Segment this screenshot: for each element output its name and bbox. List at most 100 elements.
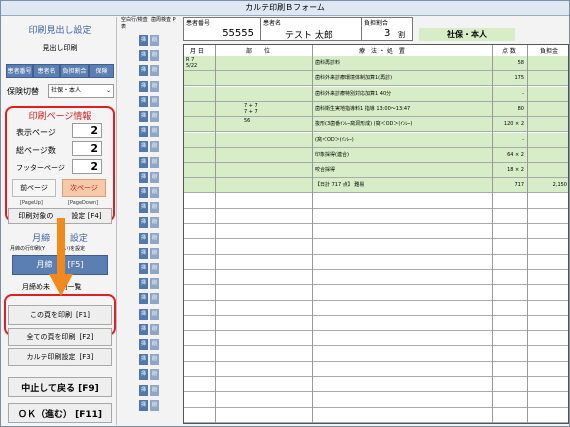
insert-row-button[interactable]: 挿 — [139, 354, 148, 366]
footer-page-label: フッターページ — [16, 164, 65, 172]
row-part: 7 + 7 7 + 7 — [244, 102, 258, 115]
delete-row-button[interactable]: 削 — [150, 80, 159, 92]
cancel-button[interactable]: 中止して戻る [F9] — [8, 377, 112, 397]
insert-row-button[interactable]: 挿 — [139, 156, 148, 168]
delete-row-button[interactable]: 削 — [150, 35, 159, 46]
insert-row-button[interactable]: 挿 — [139, 187, 148, 198]
table-row — [184, 408, 568, 423]
delete-row-button[interactable]: 削 — [150, 369, 159, 381]
row-cost — [527, 87, 567, 102]
insert-row-button[interactable]: 挿 — [139, 247, 148, 259]
insert-row-button[interactable]: 挿 — [139, 308, 148, 320]
row-treatment: 印象採得(連合) — [315, 151, 349, 158]
print-header-label: 見出し印刷 — [42, 44, 78, 52]
tag-button-patient-id[interactable]: 患者番号 — [6, 64, 33, 78]
delete-row-button[interactable]: 削 — [150, 141, 159, 153]
insert-row-button[interactable]: 挿 — [139, 171, 148, 183]
insert-row-button[interactable]: 挿 — [139, 141, 148, 153]
delete-row-button[interactable]: 削 — [150, 384, 159, 396]
insert-row-button[interactable]: 挿 — [139, 126, 148, 138]
delete-row-button[interactable]: 削 — [150, 65, 159, 77]
print-this-key: [F1] — [76, 311, 90, 319]
print-all-pages-button[interactable]: 全ての頁を印刷 [F2] — [8, 328, 112, 346]
insurance-select[interactable]: 社保・本人 ⌄ — [48, 84, 114, 98]
row-treatment: 歯科外来診療特別対応加算1 40分 — [315, 90, 392, 97]
delete-row-button[interactable]: 削 — [150, 171, 159, 183]
insert-row-button[interactable]: 挿 — [139, 202, 148, 214]
tag-button-insurance[interactable]: 保険 — [89, 64, 114, 78]
row-cost — [527, 148, 567, 163]
monthly-sub-left: 月締の行印刷(Y — [10, 246, 46, 252]
delete-row-button[interactable]: 削 — [150, 278, 159, 290]
insert-row-button[interactable]: 挿 — [139, 278, 148, 290]
delete-row-button[interactable]: 削 — [150, 293, 159, 305]
insert-row-button[interactable]: 挿 — [139, 384, 148, 396]
delete-row-button[interactable]: 削 — [150, 339, 159, 350]
patient-name-value: テスト 太郎 — [285, 31, 333, 41]
prev-page-label: 前ページ — [20, 184, 48, 192]
insert-row-button[interactable]: 挿 — [139, 35, 148, 46]
table-row — [184, 255, 568, 270]
print-this-label: この頁を印刷 — [30, 311, 73, 319]
total-pages-value[interactable]: 2 — [72, 141, 102, 156]
insert-row-button[interactable]: 挿 — [139, 369, 148, 381]
insert-row-button[interactable]: 挿 — [139, 323, 148, 335]
display-page-value[interactable]: 2 — [72, 123, 102, 138]
delete-row-button[interactable]: 削 — [150, 187, 159, 198]
delete-row-button[interactable]: 削 — [150, 232, 159, 244]
header-treatment: 療 法 ・ 処 置 — [359, 48, 405, 55]
table-row: 【日計 717 点】 難易 717 2,150 — [184, 178, 568, 194]
next-page-button[interactable]: 次ページ — [62, 179, 106, 197]
insert-row-button[interactable]: 挿 — [139, 65, 148, 77]
delete-row-button[interactable]: 削 — [150, 202, 159, 214]
footer-page-value[interactable]: 2 — [72, 159, 102, 174]
table-row — [184, 209, 568, 224]
tag-button-burden[interactable]: 負担割合 — [60, 64, 89, 78]
delete-row-button[interactable]: 削 — [150, 399, 159, 411]
print-this-page-button[interactable]: この頁を印刷 [F1] — [8, 305, 112, 325]
insert-row-button[interactable]: 挿 — [139, 263, 148, 274]
insurance-switch-label: 保険切替 — [7, 87, 39, 96]
perio-header: 歯周検査 P — [151, 17, 176, 23]
insert-row-button[interactable]: 挿 — [139, 293, 148, 305]
delete-row-button[interactable]: 削 — [150, 323, 159, 335]
row-cost — [527, 117, 567, 132]
table-row: 咬合採得 18 × 2 — [184, 163, 568, 179]
insert-row-button[interactable]: 挿 — [139, 95, 148, 107]
display-page-label: 表示ページ — [16, 128, 56, 137]
insert-row-button[interactable]: 挿 — [139, 111, 148, 122]
print-target-suffix: 設定 [F4] — [71, 212, 102, 220]
karte-print-window: カルテ印刷Ｂフォーム 印刷見出し設定 見出し印刷 患者番号 患者名 負担割合 保… — [0, 0, 570, 427]
delete-row-button[interactable]: 削 — [150, 156, 159, 168]
insert-row-button[interactable]: 挿 — [139, 50, 148, 62]
insert-row-button[interactable]: 挿 — [139, 232, 148, 244]
insurance-select-value: 社保・本人 — [51, 87, 82, 94]
table-row — [184, 316, 568, 332]
karte-settings-button[interactable]: カルテ印刷設定 [F3] — [8, 348, 112, 366]
insert-row-button[interactable]: 挿 — [139, 80, 148, 92]
tag-button-patient-name[interactable]: 患者名 — [33, 64, 60, 78]
delete-row-button[interactable]: 削 — [150, 354, 159, 366]
delete-row-button[interactable]: 削 — [150, 308, 159, 320]
delete-row-button[interactable]: 削 — [150, 217, 159, 229]
next-page-label: 次ページ — [70, 184, 98, 192]
delete-row-button[interactable]: 削 — [150, 111, 159, 122]
row-points: 120 × 2 — [503, 121, 524, 128]
prev-page-button[interactable]: 前ページ — [12, 179, 56, 197]
delete-row-button[interactable]: 削 — [150, 263, 159, 274]
patient-name-label: 患者名 — [263, 20, 282, 27]
insert-row-button[interactable]: 挿 — [139, 339, 148, 350]
burden-box: 負担割合 3 割 — [361, 17, 413, 41]
window-titlebar: カルテ印刷Ｂフォーム — [1, 1, 569, 16]
delete-row-button[interactable]: 削 — [150, 95, 159, 107]
insert-row-button[interactable]: 挿 — [139, 399, 148, 411]
delete-row-button[interactable]: 削 — [150, 247, 159, 259]
insert-row-button[interactable]: 挿 — [139, 217, 148, 229]
delete-row-button[interactable]: 削 — [150, 126, 159, 138]
print-header-heading: 印刷見出し設定 — [28, 26, 92, 36]
table-row: 56 抜形(3歯番ｲﾝﾚｰ窩洞形成) (窩＜OD＞(ｲﾝﾚｰ) 120 × 2 — [184, 117, 568, 133]
karte-preview: 患者番号 55555 患者名 テスト 太郎 負担割合 3 割 社保・本人 月 日… — [183, 17, 569, 425]
delete-row-button[interactable]: 削 — [150, 50, 159, 62]
ok-button[interactable]: ＯＫ（進む） [F11] — [8, 403, 112, 423]
patient-id-label: 患者番号 — [186, 20, 211, 27]
